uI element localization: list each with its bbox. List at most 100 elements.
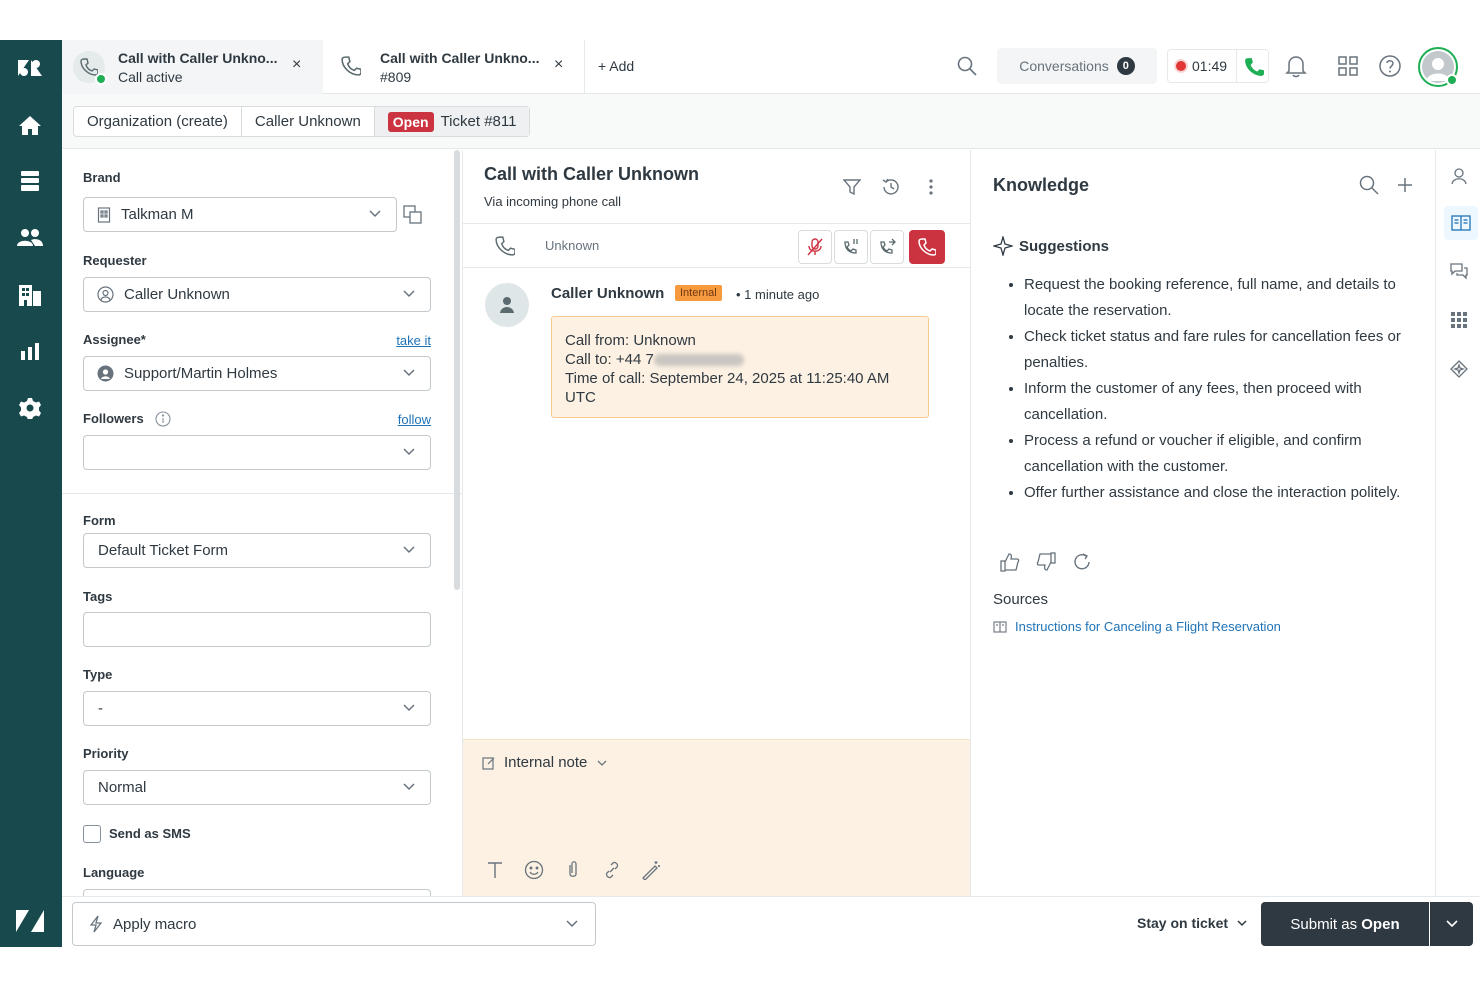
- organizations-icon[interactable]: [15, 280, 45, 310]
- message-author[interactable]: Caller Unknown: [551, 285, 664, 302]
- regenerate-icon[interactable]: [1072, 552, 1092, 572]
- thumbs-down-icon[interactable]: [1036, 552, 1056, 572]
- submit-options-button[interactable]: [1430, 902, 1473, 946]
- redacted-number: [653, 354, 744, 367]
- close-tab-icon[interactable]: ×: [292, 56, 301, 74]
- history-icon[interactable]: [881, 177, 901, 200]
- message-time-text: 1 minute ago: [744, 287, 820, 302]
- reply-composer[interactable]: Internal note: [463, 739, 970, 896]
- knowledge-search-icon[interactable]: [1359, 175, 1379, 198]
- filter-icon[interactable]: [842, 178, 862, 199]
- attachment-icon[interactable]: [563, 860, 583, 880]
- more-options-icon[interactable]: [928, 178, 934, 199]
- priority-select[interactable]: Normal: [83, 770, 431, 805]
- conversations-button[interactable]: Conversations 0: [997, 48, 1157, 84]
- views-icon[interactable]: [15, 166, 45, 196]
- thumbs-up-icon[interactable]: [1000, 552, 1020, 572]
- submit-button[interactable]: Submit as Open: [1261, 902, 1429, 946]
- suggestions-list: Request the booking reference, full name…: [1024, 272, 1414, 506]
- call-timer-widget[interactable]: 01:49: [1167, 49, 1269, 83]
- breadcrumb-ticket[interactable]: Open Ticket #811: [374, 107, 530, 136]
- customers-icon[interactable]: [15, 223, 45, 253]
- form-label: Form: [83, 513, 116, 528]
- breadcrumb-organization[interactable]: Organization (create): [74, 107, 242, 136]
- send-sms-label: Send as SMS: [109, 826, 191, 841]
- agent-avatar-icon: [97, 365, 114, 382]
- building-icon: [97, 206, 111, 223]
- close-tab-icon[interactable]: ×: [554, 56, 563, 74]
- phone-avatar: [73, 51, 107, 85]
- chevron-down-icon: [403, 704, 415, 712]
- apply-macro-select[interactable]: Apply macro: [72, 902, 596, 946]
- hang-up-button[interactable]: [909, 230, 945, 264]
- search-icon[interactable]: [957, 56, 977, 79]
- phone-icon: [341, 55, 362, 79]
- help-icon[interactable]: [1379, 55, 1401, 80]
- knowledge-book-icon[interactable]: [1444, 206, 1478, 240]
- tab-title: Call with Caller Unkno...: [118, 49, 278, 66]
- breadcrumb-requester[interactable]: Caller Unknown: [242, 107, 375, 136]
- send-sms-checkbox[interactable]: [83, 825, 101, 843]
- apps-grid-icon[interactable]: [1445, 306, 1473, 334]
- status-badge: Open: [387, 111, 434, 132]
- zendesk-z-icon[interactable]: [15, 906, 45, 936]
- left-nav: [0, 40, 62, 947]
- mute-button[interactable]: [798, 230, 832, 264]
- tab-call-active[interactable]: Call with Caller Unkno... Call active ×: [62, 40, 323, 94]
- note-line-call-to: Call to: +44 7: [565, 350, 915, 369]
- source-article-link[interactable]: Instructions for Canceling a Flight Rese…: [993, 619, 1281, 634]
- brand-value: Talkman M: [121, 206, 194, 223]
- conversation-pane: Call with Caller Unknown Via incoming ph…: [462, 150, 971, 896]
- transfer-button[interactable]: [870, 230, 904, 264]
- type-select[interactable]: -: [83, 691, 431, 726]
- home-icon[interactable]: [15, 110, 45, 140]
- article-icon: [993, 620, 1007, 633]
- online-status-dot: [1446, 74, 1458, 86]
- edit-note-icon: [482, 756, 495, 770]
- suggestions-heading: Suggestions: [993, 236, 1109, 256]
- tab-call-809[interactable]: Call with Caller Unkno... #809 ×: [324, 40, 584, 94]
- suggestion-item: Check ticket status and fare rules for c…: [1024, 324, 1414, 376]
- stay-on-ticket-select[interactable]: Stay on ticket: [1137, 915, 1248, 931]
- ai-wand-icon[interactable]: [641, 860, 661, 880]
- reporting-icon[interactable]: [15, 336, 45, 366]
- top-bar: Call with Caller Unkno... Call active × …: [62, 40, 1480, 94]
- form-select[interactable]: Default Ticket Form: [83, 533, 431, 568]
- tab-subtitle: Call active: [118, 68, 183, 85]
- followers-select[interactable]: [83, 435, 431, 470]
- notifications-bell-icon[interactable]: [1285, 54, 1307, 81]
- tags-input[interactable]: [83, 612, 431, 647]
- hold-button[interactable]: [834, 230, 868, 264]
- ticket-channel: Via incoming phone call: [484, 194, 622, 209]
- composer-mode-select[interactable]: Internal note: [482, 754, 608, 771]
- assignee-select[interactable]: Support/Martin Holmes: [83, 356, 431, 391]
- language-select[interactable]: [83, 889, 431, 896]
- admin-gear-icon[interactable]: [15, 393, 45, 423]
- type-value: -: [98, 700, 103, 717]
- info-icon[interactable]: [155, 411, 171, 430]
- add-tab-button[interactable]: + Add: [598, 58, 634, 74]
- knowledge-pane: Knowledge Suggestions Request the bookin…: [972, 150, 1435, 896]
- requester-select[interactable]: Caller Unknown: [83, 277, 431, 312]
- products-grid-icon[interactable]: [1338, 56, 1358, 79]
- follow-link[interactable]: follow: [398, 412, 431, 427]
- chevron-down-icon: [403, 448, 415, 456]
- text-format-icon[interactable]: [485, 860, 505, 880]
- brand-select[interactable]: Talkman M: [83, 197, 397, 232]
- link-icon[interactable]: [602, 860, 622, 880]
- copy-icon[interactable]: [403, 205, 423, 228]
- ai-agent-icon[interactable]: [1445, 355, 1473, 383]
- zendesk-logo-icon[interactable]: [15, 53, 45, 83]
- conversations-chat-icon[interactable]: [1445, 257, 1473, 285]
- take-it-link[interactable]: take it: [396, 333, 431, 348]
- customer-context-icon[interactable]: [1445, 162, 1473, 190]
- priority-label: Priority: [83, 746, 129, 761]
- active-call-icon[interactable]: [1244, 57, 1264, 80]
- add-icon[interactable]: [1396, 176, 1414, 197]
- assignee-label: Assignee*: [83, 332, 146, 347]
- ticket-properties-pane: Brand Talkman M Requester Caller Unknown…: [62, 150, 462, 896]
- priority-value: Normal: [98, 779, 147, 796]
- properties-scrollbar[interactable]: [454, 150, 460, 590]
- emoji-icon[interactable]: [524, 860, 544, 880]
- user-avatar[interactable]: [1418, 47, 1458, 87]
